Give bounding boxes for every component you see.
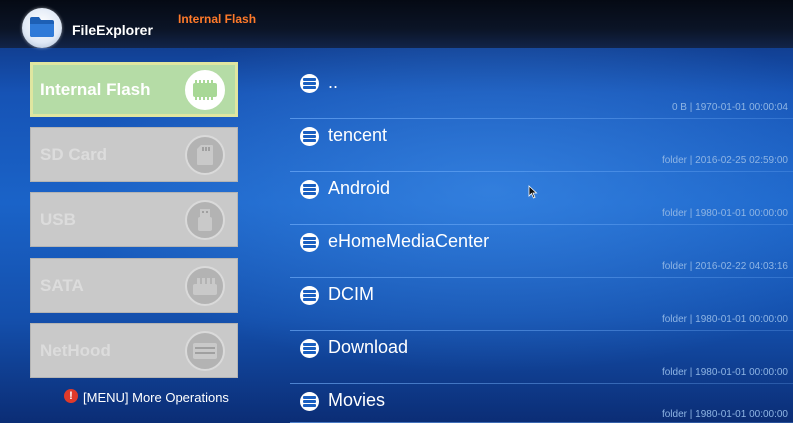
mouse-cursor-icon	[528, 185, 538, 204]
sidebar-item-sd-card[interactable]: SD Card	[30, 127, 238, 182]
file-name: Android	[328, 178, 391, 198]
header-bar: FileExplorer Internal Flash	[0, 0, 793, 48]
file-row-tencent[interactable]: tencent folder | 2016-02-25 02:59:00	[290, 119, 793, 172]
menu-hint-text: [MENU] More Operations	[83, 390, 229, 405]
file-meta: folder | 2016-02-22 04:03:16	[661, 261, 788, 272]
sata-drive-icon	[185, 265, 225, 306]
folder-entry-icon	[300, 233, 319, 252]
sidebar-item-sata[interactable]: SATA	[30, 258, 238, 313]
file-name: tencent	[328, 125, 388, 145]
file-meta: folder | 2016-02-25 02:59:00	[661, 155, 788, 166]
sidebar-item-label: USB	[40, 209, 76, 229]
folder-entry-icon	[300, 339, 319, 358]
folder-entry-icon	[300, 127, 319, 146]
sidebar-item-label: SD Card	[40, 144, 108, 164]
file-meta: folder | 1980-01-01 00:00:00	[661, 409, 788, 420]
file-row-parent[interactable]: .. 0 B | 1970-01-01 00:00:04	[290, 66, 793, 119]
file-row-ehomemediacenter[interactable]: eHomeMediaCenter folder | 2016-02-22 04:…	[290, 225, 793, 278]
current-location: Internal Flash	[178, 12, 257, 26]
app-title: FileExplorer	[72, 22, 153, 38]
file-row-download[interactable]: Download folder | 1980-01-01 00:00:00	[290, 331, 793, 384]
folder-entry-icon	[300, 286, 319, 305]
memory-chip-icon	[185, 69, 225, 110]
file-name: ..	[328, 72, 339, 92]
file-row-dcim[interactable]: DCIM folder | 1980-01-01 00:00:00	[290, 278, 793, 331]
file-name: DCIM	[328, 284, 374, 304]
sd-card-icon	[185, 134, 225, 175]
file-row-movies[interactable]: Movies folder | 1980-01-01 00:00:00	[290, 384, 793, 423]
menu-hint: [MENU] More Operations	[64, 389, 229, 405]
file-name: Download	[328, 337, 409, 357]
file-name: Movies	[328, 390, 386, 410]
sidebar-item-label: Internal Flash	[40, 79, 151, 99]
file-row-android[interactable]: Android folder | 1980-01-01 00:00:00	[290, 172, 793, 225]
folder-entry-icon	[300, 74, 319, 93]
file-meta: 0 B | 1970-01-01 00:00:04	[671, 102, 788, 113]
network-drive-icon	[185, 330, 225, 371]
file-meta: folder | 1980-01-01 00:00:00	[661, 208, 788, 219]
file-meta: folder | 1980-01-01 00:00:00	[661, 314, 788, 325]
sidebar-item-nethood[interactable]: NetHood	[30, 323, 238, 378]
folder-entry-icon	[300, 392, 319, 411]
sidebar-item-usb[interactable]: USB	[30, 192, 238, 247]
usb-drive-icon	[185, 199, 225, 240]
folder-entry-icon	[300, 180, 319, 199]
sidebar-item-label: SATA	[40, 275, 84, 295]
file-meta: folder | 1980-01-01 00:00:00	[661, 367, 788, 378]
file-explorer-screen: FileExplorer Internal Flash Internal Fla…	[0, 0, 793, 423]
sidebar-item-label: NetHood	[40, 340, 111, 360]
file-name: eHomeMediaCenter	[328, 231, 490, 251]
folder-icon	[22, 8, 62, 48]
sidebar-item-internal-flash[interactable]: Internal Flash	[30, 62, 238, 117]
warning-icon	[64, 389, 78, 403]
